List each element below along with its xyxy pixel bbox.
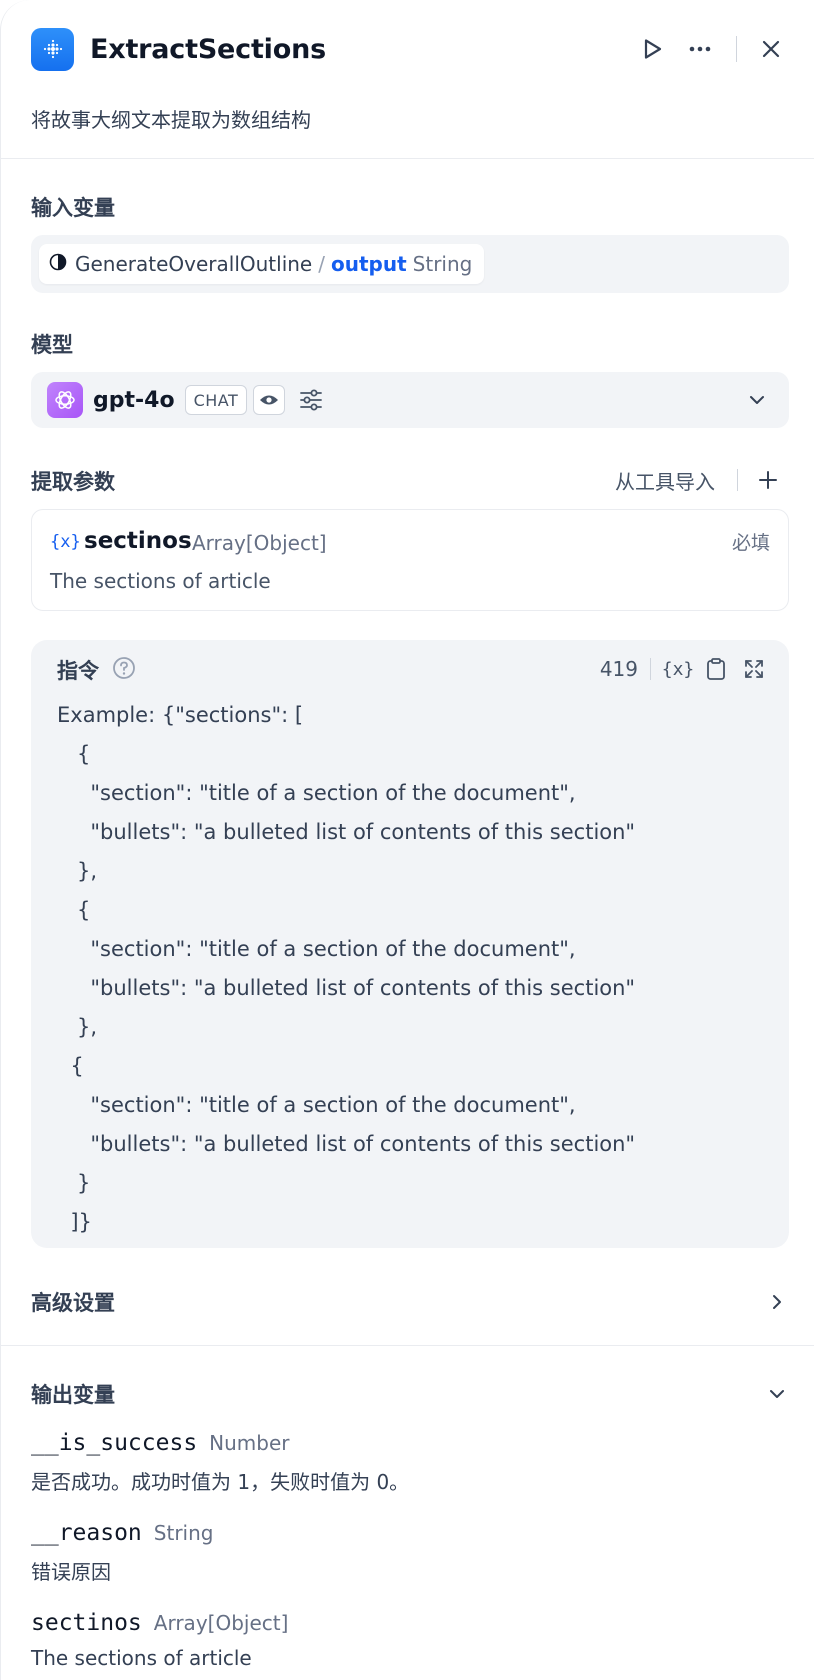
input-variable-name: output — [331, 252, 407, 276]
play-icon[interactable] — [632, 29, 672, 69]
add-param-plus-icon[interactable] — [750, 462, 786, 498]
output-type: String — [153, 1521, 214, 1545]
vision-eye-icon — [253, 385, 286, 415]
instruction-char-count: 419 — [599, 657, 638, 681]
header-divider — [736, 36, 737, 62]
model-name: gpt-4o — [93, 387, 175, 413]
insert-variable-icon-glyph: {x} — [661, 658, 695, 680]
toolbar-divider — [650, 658, 651, 680]
expand-icon[interactable] — [735, 652, 773, 686]
output-description: 错误原因 — [31, 1560, 111, 1584]
openai-icon — [47, 382, 83, 418]
instruction-text[interactable]: Example: {"sections": [ { "section": "ti… — [57, 696, 767, 1242]
input-separator: / — [318, 252, 325, 276]
output-variables-label: 输出变量 — [31, 1383, 115, 1407]
node-settings-panel: ExtractSections 将故事大纲文本提取为数组结构 输入变量 Gene… — [0, 0, 814, 1680]
param-type: Array[Object] — [192, 531, 327, 555]
output-type: Array[Object] — [153, 1611, 289, 1635]
node-half-circle-icon — [49, 252, 67, 276]
output-item: __reason String 错误原因 — [31, 1520, 213, 1585]
model-selector[interactable]: gpt-4o CHAT — [31, 372, 789, 428]
param-name: sectinos — [84, 528, 192, 554]
header-actions — [632, 29, 791, 69]
close-icon[interactable] — [751, 29, 791, 69]
output-type: Number — [209, 1431, 290, 1455]
output-separator — [1, 1345, 814, 1346]
copy-clipboard-icon[interactable] — [697, 652, 735, 686]
input-variable-field[interactable]: GenerateOverallOutline / output String — [31, 235, 789, 293]
advanced-settings-label: 高级设置 — [31, 1291, 115, 1315]
instruction-toolbar: 419 {x} — [600, 652, 773, 686]
output-item: __is_success Number 是否成功。成功时值为 1，失败时值为 0。 — [31, 1430, 409, 1495]
output-variables-header[interactable]: 输出变量 — [31, 1375, 791, 1413]
more-icon[interactable] — [680, 29, 720, 69]
model-chevron-down-icon[interactable] — [743, 386, 771, 414]
variable-icon: {x} — [50, 532, 81, 552]
input-variable-type: String — [412, 252, 473, 276]
chevron-right-icon — [763, 1288, 791, 1316]
app-icon — [31, 27, 74, 71]
node-title[interactable]: ExtractSections — [90, 34, 326, 65]
input-node-name: GenerateOverallOutline — [75, 252, 313, 276]
params-divider — [737, 469, 738, 491]
output-description: The sections of article — [31, 1646, 252, 1670]
advanced-settings-row[interactable]: 高级设置 — [31, 1282, 791, 1322]
param-description: The sections of article — [50, 569, 271, 593]
insert-variable-icon[interactable]: {x} — [659, 652, 697, 686]
header-separator — [1, 158, 814, 159]
import-from-tool-button[interactable]: 从工具导入 — [615, 466, 715, 495]
extract-params-label: 提取参数 — [31, 470, 115, 494]
input-variable-label: 输入变量 — [31, 196, 115, 220]
help-circle-icon[interactable] — [111, 655, 137, 681]
instruction-editor: 指令 419 {x} Example: {"sections": [{"se… — [31, 640, 789, 1248]
input-variable-chip[interactable]: GenerateOverallOutline / output String — [39, 244, 485, 284]
output-item: sectinos Array[Object] The sections of ar… — [31, 1610, 288, 1670]
output-description: 是否成功。成功时值为 1，失败时值为 0。 — [31, 1470, 410, 1494]
output-name: __reason — [31, 1520, 142, 1546]
output-chevron-down-icon — [763, 1380, 791, 1408]
output-name: sectinos — [31, 1610, 142, 1636]
model-params-sliders-icon[interactable] — [295, 384, 327, 416]
model-label: 模型 — [31, 333, 73, 357]
model-mode-badge: CHAT — [184, 385, 248, 415]
param-item[interactable]: {x} sectinos Array[Object] 必填 The sectio… — [31, 509, 789, 611]
param-required-badge: 必填 — [731, 532, 770, 554]
panel-header: ExtractSections — [31, 27, 791, 71]
output-name: __is_success — [31, 1430, 198, 1456]
node-description[interactable]: 将故事大纲文本提取为数组结构 — [31, 104, 311, 133]
instruction-label: 指令 — [57, 659, 99, 683]
params-actions: 从工具导入 — [615, 462, 786, 498]
